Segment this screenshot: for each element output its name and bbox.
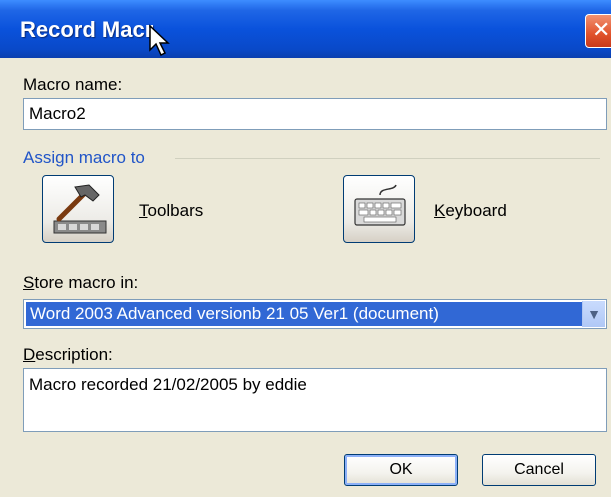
cursor-icon [149,24,170,57]
title-bar[interactable]: Record Macr ✕ [0,0,611,58]
keyboard-button[interactable] [343,175,415,243]
assign-macro-group-title: Assign macro to [23,148,145,167]
store-macro-select[interactable]: Word 2003 Advanced versionb 21 05 Ver1 (… [23,299,607,329]
keyboard-icon [354,184,406,226]
dropdown-button[interactable]: ▼ [582,301,605,327]
store-macro-selected-value: Word 2003 Advanced versionb 21 05 Ver1 (… [26,302,582,326]
hammer-toolbar-icon [53,184,107,234]
cancel-button[interactable]: Cancel [482,454,596,486]
close-button[interactable]: ✕ [585,14,611,48]
macro-name-input[interactable]: Macro2 [23,98,607,130]
keyboard-label: Keyboard [434,201,507,220]
record-macro-dialog: Record Macr ✕ Macro name: Macro2 Assign … [0,0,611,497]
chevron-down-icon: ▼ [587,306,601,322]
ok-button[interactable]: OK [344,454,458,486]
group-divider [175,158,600,159]
description-textarea[interactable]: Macro recorded 21/02/2005 by eddie [23,368,607,432]
store-macro-label: Store macro in: [23,273,139,292]
toolbars-button[interactable] [42,175,114,243]
dialog-title: Record Macr [20,17,154,42]
close-icon: ✕ [592,17,611,42]
description-label: Description: [23,345,113,364]
toolbars-label: Toolbars [139,201,204,220]
macro-name-label: Macro name: [23,75,123,94]
